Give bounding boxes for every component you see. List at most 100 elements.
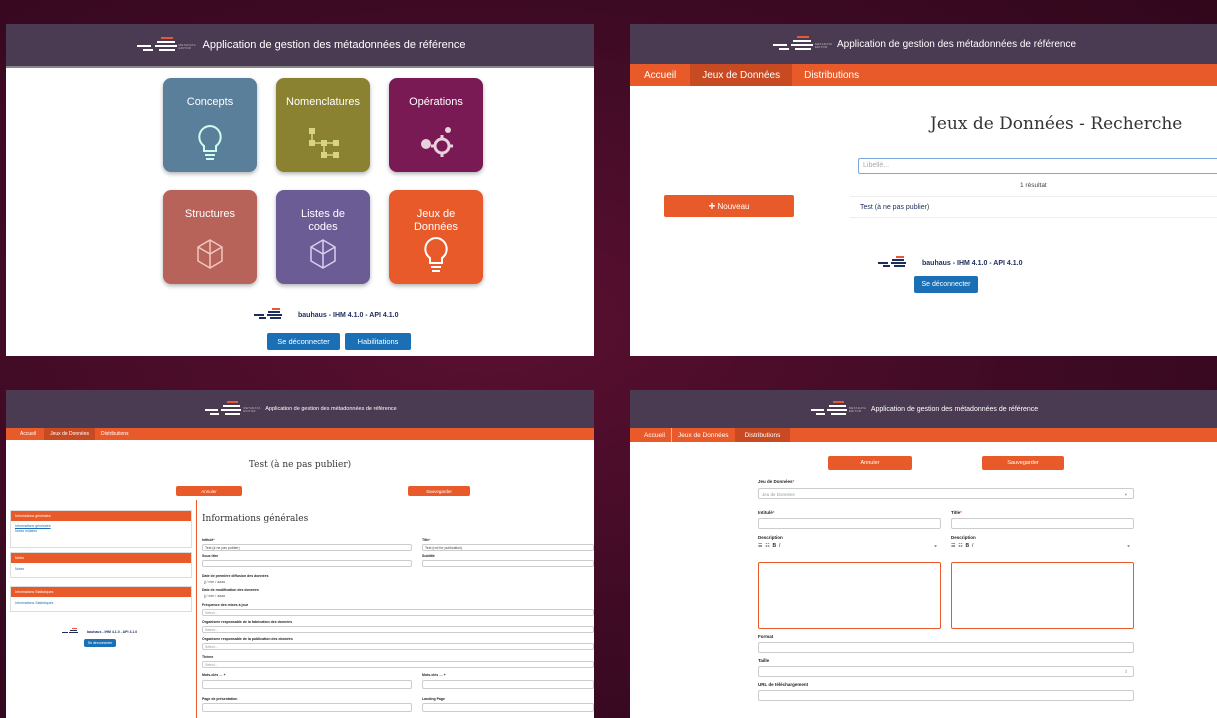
org-publication-select[interactable]: Select... xyxy=(202,643,594,650)
tile-label: Listes de codes xyxy=(300,208,346,233)
cancel-button[interactable]: Annuler xyxy=(828,456,912,470)
cancel-button[interactable]: Annuler xyxy=(176,486,242,496)
nav-distributions[interactable]: Distributions xyxy=(95,428,135,440)
nav-datasets[interactable]: Jeux de Données xyxy=(44,428,96,440)
side-group-header[interactable]: Notes xyxy=(11,553,191,563)
new-label: Nouveau xyxy=(717,201,750,211)
footer-logo xyxy=(878,256,918,270)
subtitle-en-field[interactable] xyxy=(422,560,594,567)
bold-icon[interactable]: B xyxy=(966,543,970,549)
nav-datasets[interactable]: Jeux de Données xyxy=(690,64,793,86)
cube-icon xyxy=(197,239,223,269)
presentation-page-field[interactable] xyxy=(202,703,412,712)
search-input[interactable]: Libellé... xyxy=(858,158,1217,174)
logout-button[interactable]: Se déconnecter xyxy=(84,639,116,647)
nav-home[interactable]: Accueil xyxy=(6,428,44,440)
description-en-label: Description xyxy=(951,535,976,540)
side-link[interactable]: Notes Initiales xyxy=(11,528,191,533)
tile-label: Opérations xyxy=(409,96,463,108)
version-text: bauhaus - IHM 4.1.0 - API 4.1.0 xyxy=(922,259,1023,267)
format-field[interactable] xyxy=(758,642,1134,653)
version-footer: bauhaus - IHM 4.1.0 - API 4.1.0 xyxy=(62,628,137,636)
first-diffusion-label: Date de première diffusion des données xyxy=(202,574,269,578)
org-fabrication-select[interactable]: Select... xyxy=(202,626,594,633)
italic-icon[interactable]: I xyxy=(779,543,780,549)
org-fabrication-label: Organisme responsable de la fabrication … xyxy=(202,620,293,624)
save-button[interactable]: Sauvegarder xyxy=(408,486,470,496)
nav-distributions[interactable]: Distributions xyxy=(734,428,791,442)
nav-home[interactable]: Accueil xyxy=(630,64,690,86)
description-fr-editor[interactable] xyxy=(758,562,941,629)
format-label: Format xyxy=(758,634,774,639)
bullet-list-icon[interactable]: ☰ xyxy=(758,543,762,549)
result-row: Test (à ne pas publier) xyxy=(850,196,1217,218)
tile-concepts[interactable]: Concepts xyxy=(163,78,257,172)
side-link[interactable]: Informations Statistiques xyxy=(11,597,191,605)
version-text: bauhaus - IHM 4.1.0 - API 4.1.0 xyxy=(87,630,138,634)
footer-logo xyxy=(254,308,294,322)
permissions-button[interactable]: Habilitations xyxy=(345,333,411,350)
description-en-editor[interactable] xyxy=(951,562,1134,629)
app-logo: METADATA EDITOR xyxy=(809,400,866,418)
clear-icon[interactable]: ◒ xyxy=(1127,543,1130,549)
main-nav: Accueil Jeux de Données Distributions xyxy=(6,428,594,440)
tile-datasets[interactable]: Jeux de Données xyxy=(389,190,483,284)
numbered-list-icon[interactable]: ☷ xyxy=(958,543,962,549)
title-label: Title* xyxy=(951,510,962,515)
side-group-header[interactable]: Informations Statistiques xyxy=(11,587,191,597)
logout-button[interactable]: Se déconnecter xyxy=(914,276,978,293)
size-field[interactable]: ⇕ xyxy=(758,666,1134,677)
keywords-fr-field[interactable] xyxy=(202,680,412,689)
theme-select[interactable]: Select... xyxy=(202,661,594,668)
frequency-label: Fréquence des mises à jour xyxy=(202,603,249,607)
dataset-select[interactable]: Jeu de Données ▾ xyxy=(758,488,1134,499)
search-placeholder: Libellé... xyxy=(863,162,890,169)
italic-icon[interactable]: I xyxy=(972,543,973,549)
save-button[interactable]: Sauvegarder xyxy=(982,456,1064,470)
app-title: Application de gestion des métadonnées d… xyxy=(202,39,466,51)
landing-page-field[interactable] xyxy=(422,703,594,712)
side-link[interactable]: Notes xyxy=(11,563,191,571)
nav-home[interactable]: Accueil xyxy=(630,428,672,442)
plus-icon: + xyxy=(708,199,716,213)
result-link[interactable]: Test (à ne pas publier) xyxy=(860,204,929,211)
app-logo: METADATA EDITOR xyxy=(135,35,195,55)
title-field[interactable] xyxy=(951,518,1134,529)
app-header: METADATA EDITOR Application de gestion d… xyxy=(630,390,1217,428)
first-diffusion-date[interactable]: jj / mm / aaaa xyxy=(204,580,225,584)
subtitle-fr-label: Sous titre xyxy=(202,554,219,558)
title-field[interactable]: Test (not for publication) xyxy=(422,544,594,551)
tile-structures[interactable]: Structures xyxy=(163,190,257,284)
side-group-notes: Notes Notes xyxy=(10,552,192,578)
bold-icon[interactable]: B xyxy=(773,543,777,549)
main-nav: Accueil Jeux de Données Distributions xyxy=(630,428,1217,442)
intitule-label: Intitulé* xyxy=(202,538,215,542)
side-group-general: Informations générales Informations géné… xyxy=(10,510,192,548)
nav-distributions[interactable]: Distributions xyxy=(792,64,871,86)
numbered-list-icon[interactable]: ☷ xyxy=(765,543,769,549)
intitule-field[interactable]: Test (à ne pas publier) xyxy=(202,544,412,551)
new-button[interactable]: + Nouveau xyxy=(664,195,794,217)
modification-date[interactable]: jj / mm / aaaa xyxy=(204,594,225,598)
side-link[interactable]: Informations générales xyxy=(11,521,191,528)
keywords-en-label: Mots-clés — + xyxy=(422,673,446,677)
tile-nomenclatures[interactable]: Nomenclatures xyxy=(276,78,370,172)
url-field[interactable] xyxy=(758,690,1134,701)
gears-icon xyxy=(421,127,453,157)
nav-datasets[interactable]: Jeux de Données xyxy=(672,428,735,442)
url-label: URL de téléchargement xyxy=(758,682,809,687)
tile-code-lists[interactable]: Listes de codes xyxy=(276,190,370,284)
frequency-select[interactable]: Select... xyxy=(202,609,594,616)
spinner-icon[interactable]: ⇕ xyxy=(1124,669,1128,675)
side-group-header[interactable]: Informations générales xyxy=(11,511,191,521)
subtitle-fr-field[interactable] xyxy=(202,560,412,567)
subtitle-en-label: Subtitle xyxy=(422,554,435,558)
bullet-list-icon[interactable]: ☰ xyxy=(951,543,955,549)
keywords-en-field[interactable] xyxy=(422,680,594,689)
tile-label: Nomenclatures xyxy=(286,96,360,108)
clear-icon[interactable]: ◒ xyxy=(934,543,937,549)
app-header: METADATA EDITOR Application de gestion d… xyxy=(630,24,1217,64)
tile-operations[interactable]: Opérations xyxy=(389,78,483,172)
intitule-field[interactable] xyxy=(758,518,941,529)
logout-button[interactable]: Se déconnecter xyxy=(267,333,340,350)
